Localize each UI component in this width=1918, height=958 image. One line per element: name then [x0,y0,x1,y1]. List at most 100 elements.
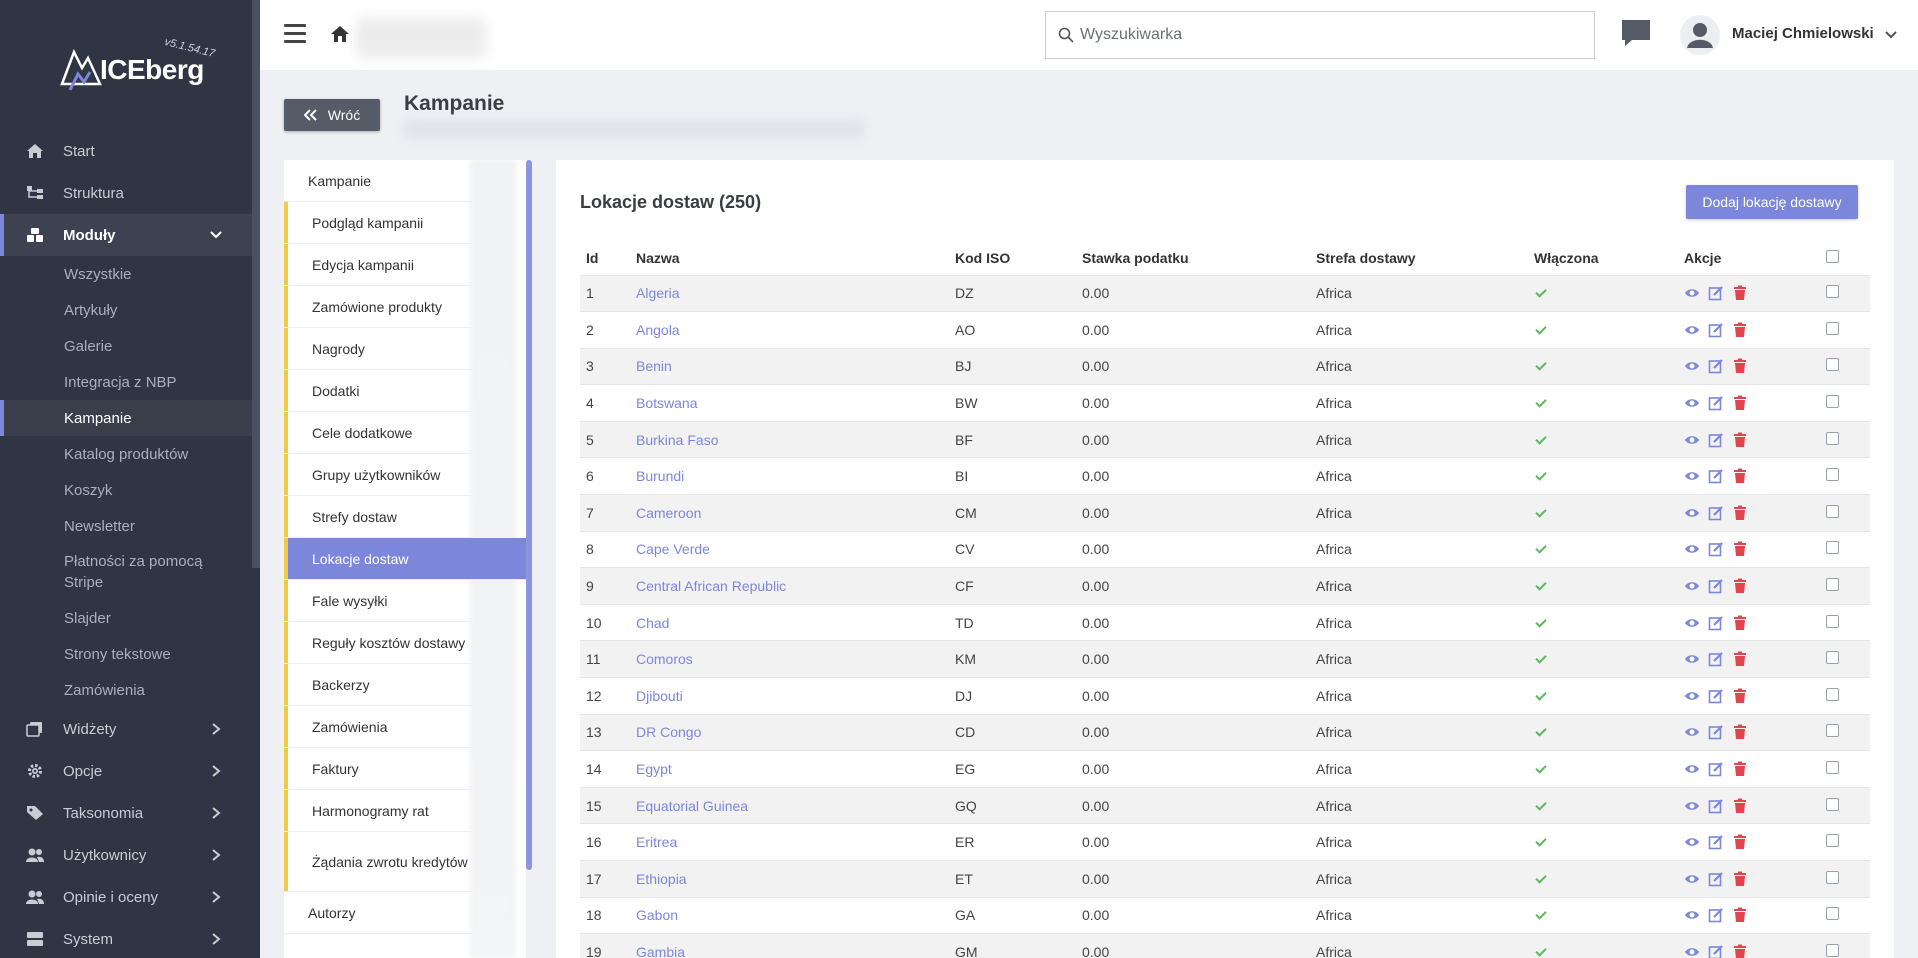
hamburger-menu-icon[interactable] [284,24,306,44]
trash-icon[interactable] [1732,285,1748,301]
view-eye-icon[interactable] [1684,505,1700,521]
view-eye-icon[interactable] [1684,322,1700,338]
trash-icon[interactable] [1732,761,1748,777]
view-eye-icon[interactable] [1684,724,1700,740]
view-eye-icon[interactable] [1684,834,1700,850]
submenu-item-harmonogramy-rat[interactable]: Harmonogramy rat [284,790,472,832]
view-eye-icon[interactable] [1684,578,1700,594]
row-checkbox[interactable] [1826,614,1839,628]
sidebar-item-widzety[interactable]: Widżety [0,708,252,750]
view-eye-icon[interactable] [1684,468,1700,484]
user-name[interactable]: Maciej Chmielowski [1732,25,1874,42]
trash-icon[interactable] [1732,541,1748,557]
trash-icon[interactable] [1732,798,1748,814]
sidebar-item-uzytkownicy[interactable]: Użytkownicy [0,834,252,876]
edit-icon[interactable] [1708,505,1724,521]
view-eye-icon[interactable] [1684,871,1700,887]
submenu-item-fale-wysylki[interactable]: Fale wysyłki [284,580,472,622]
edit-icon[interactable] [1708,578,1724,594]
sidebar-subitem-zamowienia[interactable]: Zamówienia [0,672,252,708]
sidebar-subitem-katalog-produktow[interactable]: Katalog produktów [0,436,252,472]
edit-icon[interactable] [1708,651,1724,667]
edit-icon[interactable] [1708,322,1724,338]
edit-icon[interactable] [1708,907,1724,923]
row-checkbox[interactable] [1826,321,1839,335]
trash-icon[interactable] [1732,615,1748,631]
cell-name-link[interactable]: Djibouti [630,677,949,715]
trash-icon[interactable] [1732,358,1748,374]
submenu-item-reguly-kosztow[interactable]: Reguły kosztów dostawy [284,622,472,664]
sidebar-item-system[interactable]: System [0,918,252,958]
edit-icon[interactable] [1708,432,1724,448]
trash-icon[interactable] [1732,907,1748,923]
view-eye-icon[interactable] [1684,907,1700,923]
submenu-item-grupy-uzytkownikow[interactable]: Grupy użytkowników [284,454,472,496]
col-id[interactable]: Id [580,242,630,275]
view-eye-icon[interactable] [1684,541,1700,557]
cell-name-link[interactable]: Ethiopia [630,860,949,898]
row-checkbox[interactable] [1826,797,1839,811]
cell-name-link[interactable]: Cape Verde [630,530,949,568]
submenu-item-kampanie[interactable]: Kampanie [284,160,472,202]
view-eye-icon[interactable] [1684,761,1700,777]
edit-icon[interactable] [1708,395,1724,411]
submenu-scrollbar[interactable] [526,160,532,870]
sidebar-subitem-galerie[interactable]: Galerie [0,328,252,364]
sidebar-item-opcje[interactable]: Opcje [0,750,252,792]
cell-name-link[interactable]: Gabon [630,896,949,934]
cell-name-link[interactable]: Burundi [630,457,949,495]
row-checkbox[interactable] [1826,541,1839,555]
submenu-item-nagrody[interactable]: Nagrody [284,328,472,370]
edit-icon[interactable] [1708,724,1724,740]
edit-icon[interactable] [1708,468,1724,484]
row-checkbox[interactable] [1826,504,1839,518]
sidebar-subitem-kampanie[interactable]: Kampanie [0,400,252,436]
row-checkbox[interactable] [1826,834,1839,848]
sidebar-subitem-wszystkie[interactable]: Wszystkie [0,256,252,292]
edit-icon[interactable] [1708,798,1724,814]
trash-icon[interactable] [1732,834,1748,850]
cell-name-link[interactable]: Central African Republic [630,567,949,605]
col-enabled[interactable]: Włączona [1528,242,1678,275]
trash-icon[interactable] [1732,322,1748,338]
submenu-item-backerzy[interactable]: Backerzy [284,664,472,706]
row-checkbox[interactable] [1826,944,1839,958]
row-checkbox[interactable] [1826,285,1839,299]
trash-icon[interactable] [1732,724,1748,740]
sidebar-scrollbar[interactable] [252,0,260,568]
cell-name-link[interactable]: Botswana [630,384,949,422]
submenu-item-edycja-kampanii[interactable]: Edycja kampanii [284,244,472,286]
trash-icon[interactable] [1732,505,1748,521]
cell-name-link[interactable]: DR Congo [630,713,949,751]
submenu-item-zamowione-produkty[interactable]: Zamówione produkty [284,286,472,328]
submenu-item-autorzy[interactable]: Autorzy [284,892,472,934]
trash-icon[interactable] [1732,944,1748,958]
sidebar-subitem-slajder[interactable]: Slajder [0,600,252,636]
submenu-item-faktury[interactable]: Faktury [284,748,472,790]
row-checkbox[interactable] [1826,468,1839,482]
edit-icon[interactable] [1708,541,1724,557]
sidebar-item-start[interactable]: Start [0,130,252,172]
sidebar-subitem-integracja-nbp[interactable]: Integracja z NBP [0,364,252,400]
edit-icon[interactable] [1708,871,1724,887]
row-checkbox[interactable] [1826,395,1839,409]
cell-name-link[interactable]: Comoros [630,640,949,678]
row-checkbox[interactable] [1826,870,1839,884]
avatar[interactable] [1680,15,1720,55]
row-checkbox[interactable] [1826,907,1839,921]
chat-icon[interactable] [1620,18,1652,48]
submenu-item-strefy-dostaw[interactable]: Strefy dostaw [284,496,472,538]
view-eye-icon[interactable] [1684,285,1700,301]
back-button[interactable]: Wróć [284,99,380,131]
trash-icon[interactable] [1732,395,1748,411]
edit-icon[interactable] [1708,688,1724,704]
sidebar-item-taksonomia[interactable]: Taksonomia [0,792,252,834]
edit-icon[interactable] [1708,615,1724,631]
submenu-item-dodatki[interactable]: Dodatki [284,370,472,412]
search-input[interactable] [1080,12,1580,58]
submenu-item-lokacje-dostaw[interactable]: Lokacje dostaw [284,538,526,580]
row-checkbox[interactable] [1826,761,1839,775]
cell-name-link[interactable]: Algeria [630,274,949,312]
submenu-item-cele-dodatkowe[interactable]: Cele dodatkowe [284,412,472,454]
cell-name-link[interactable]: Equatorial Guinea [630,786,949,824]
